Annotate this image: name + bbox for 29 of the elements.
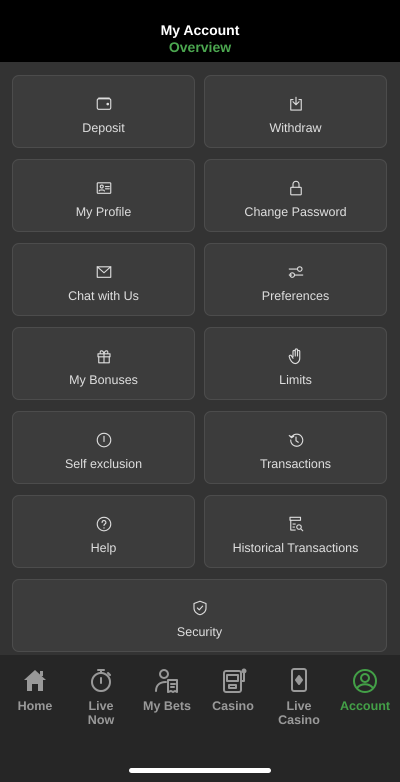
question-circle-icon	[94, 514, 112, 532]
menu-tile[interactable]: Chat with Us	[12, 243, 195, 316]
menu-tile[interactable]: Preferences	[204, 243, 387, 316]
wallet-icon	[94, 94, 112, 112]
menu-tile[interactable]: Self exclusion	[12, 411, 195, 484]
menu-tile[interactable]: My Profile	[12, 159, 195, 232]
menu-tile[interactable]: Security	[12, 579, 387, 652]
tab-bar-item[interactable]: Account	[333, 667, 397, 727]
history-icon	[286, 430, 304, 448]
page-subtitle: Overview	[168, 39, 232, 56]
menu-tile[interactable]: Withdraw	[204, 75, 387, 148]
menu-tile[interactable]: Deposit	[12, 75, 195, 148]
menu-tile[interactable]: Help	[12, 495, 195, 568]
person-receipt-icon	[153, 667, 181, 695]
menu-tile[interactable]: My Bonuses	[12, 327, 195, 400]
menu-tile[interactable]: Change Password	[204, 159, 387, 232]
menu-tile[interactable]: Historical Transactions	[204, 495, 387, 568]
exclamation-circle-icon	[94, 430, 112, 448]
shield-check-icon	[190, 598, 208, 616]
tab-bar-item[interactable]: Live Now	[69, 667, 133, 727]
user-circle-icon	[351, 667, 379, 695]
tab-bar-item[interactable]: Live Casino	[267, 667, 331, 727]
tab-bar-item[interactable]: Home	[3, 667, 67, 727]
page-title: My Account	[160, 22, 240, 39]
tab-bar-item[interactable]: My Bets	[135, 667, 199, 727]
document-search-icon	[286, 514, 304, 532]
tab-bar-item[interactable]: Casino	[201, 667, 265, 727]
menu-tile[interactable]: Transactions	[204, 411, 387, 484]
menu-tile[interactable]: Limits	[204, 327, 387, 400]
